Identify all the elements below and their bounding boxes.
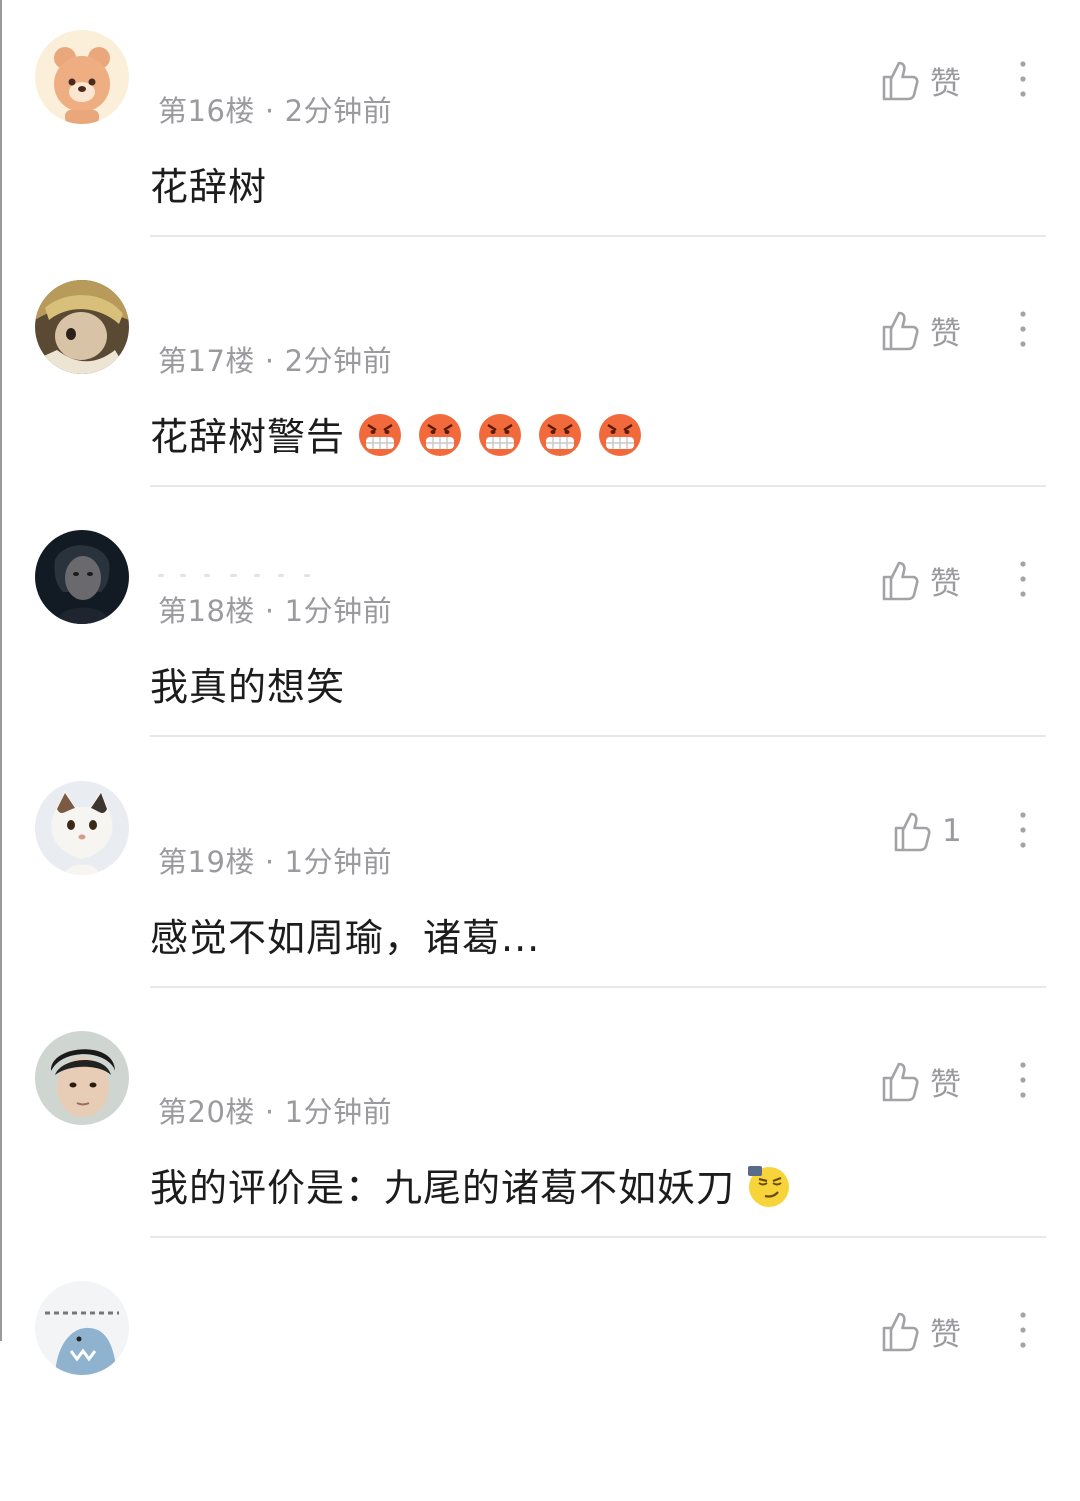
vertical-ellipsis-icon (1006, 1057, 1040, 1103)
comment-meta: 第19楼 · 1分钟前 (158, 839, 392, 881)
comment-body: 花辞树警告 (150, 415, 346, 459)
more-options-button[interactable] (1006, 556, 1040, 602)
more-options-button[interactable] (1006, 56, 1040, 102)
vertical-ellipsis-icon (1006, 807, 1040, 853)
like-button[interactable]: 1 (892, 807, 962, 855)
like-button[interactable]: 赞 (880, 1057, 961, 1105)
like-button[interactable]: 赞 (880, 556, 961, 604)
vertical-ellipsis-icon (1006, 1307, 1040, 1353)
comment-item: 第16楼 · 2分钟前 赞 花辞树 (0, 0, 1080, 250)
comment-body: 花辞树 (150, 165, 268, 209)
thumbs-up-icon (880, 1309, 920, 1353)
angry-face-emoji (477, 411, 523, 457)
divider (150, 1236, 1046, 1238)
vertical-ellipsis-icon (1006, 306, 1040, 352)
more-options-button[interactable] (1006, 1307, 1040, 1353)
comment-time: 1分钟前 (284, 594, 393, 628)
thumbs-up-icon (880, 58, 920, 102)
floor-number: 第20楼 (158, 1095, 255, 1129)
vertical-ellipsis-icon (1006, 556, 1040, 602)
comment-text: 我的评价是：九尾的诸葛不如妖刀 (150, 1157, 791, 1212)
divider (150, 485, 1046, 487)
comment-meta: 第17楼 · 2分钟前 (158, 338, 392, 380)
like-label: 赞 (930, 565, 961, 602)
angry-face-emoji (537, 411, 583, 457)
divider (150, 235, 1046, 237)
avatar[interactable] (35, 30, 129, 124)
separator-dot: · (264, 1095, 275, 1129)
vertical-ellipsis-icon (1006, 56, 1040, 102)
comment-item: 第19楼 · 1分钟前 1 感觉不如周瑜，诸葛... (0, 751, 1080, 1001)
comment-time: 1分钟前 (284, 1095, 393, 1129)
more-options-button[interactable] (1006, 306, 1040, 352)
comment-body: 感觉不如周瑜，诸葛... (150, 916, 541, 960)
like-button[interactable]: 赞 (880, 306, 961, 354)
floor-number: 第17楼 (158, 344, 255, 378)
avatar[interactable] (35, 530, 129, 624)
angry-face-emoji (357, 411, 403, 457)
like-button[interactable]: 赞 (880, 1307, 961, 1355)
comment-text: 感觉不如周瑜，诸葛... (150, 907, 540, 962)
comment-body: 我真的想笑 (150, 665, 346, 709)
comment-item: 第17楼 · 2分钟前 赞 花辞树警告 (0, 250, 1080, 500)
comment-body: 我的评价是：九尾的诸葛不如妖刀 (150, 1166, 736, 1210)
like-label: 赞 (930, 1066, 961, 1103)
separator-dot: · (264, 845, 275, 879)
like-label: 赞 (930, 1316, 961, 1353)
divider (150, 986, 1046, 988)
like-label: 赞 (930, 315, 961, 352)
floor-number: 第19楼 (158, 845, 255, 879)
floor-number: 第18楼 (158, 594, 255, 628)
comment-item: 赞 (0, 1251, 1080, 1501)
floor-number: 第16楼 (158, 94, 255, 128)
comment-time: 1分钟前 (284, 845, 393, 879)
separator-dot: · (264, 94, 275, 128)
comment-time: 2分钟前 (284, 94, 393, 128)
like-label: 赞 (930, 65, 961, 102)
comment-meta: 第20楼 · 1分钟前 (158, 1089, 392, 1131)
comment-text: 花辞树警告 (150, 406, 643, 461)
angry-face-emoji (597, 411, 643, 457)
avatar[interactable] (35, 1031, 129, 1125)
username-blurred (158, 550, 318, 580)
thumbs-up-icon (880, 558, 920, 602)
thumbs-up-icon (880, 1059, 920, 1103)
angry-face-emoji (417, 411, 463, 457)
avatar[interactable] (35, 1281, 129, 1375)
comment-meta: 第16楼 · 2分钟前 (158, 88, 392, 130)
more-options-button[interactable] (1006, 1057, 1040, 1103)
thumbs-up-icon (892, 809, 932, 853)
separator-dot: · (264, 344, 275, 378)
comment-item: 第18楼 · 1分钟前 赞 我真的想笑 (0, 500, 1080, 750)
like-button[interactable]: 赞 (880, 56, 961, 104)
like-count: 1 (942, 813, 962, 849)
divider (150, 735, 1046, 737)
comment-time: 2分钟前 (284, 344, 393, 378)
comment-meta: 第18楼 · 1分钟前 (158, 588, 392, 630)
smug-face-emoji (745, 1162, 791, 1208)
thumbs-up-icon (880, 308, 920, 352)
comment-text: 我真的想笑 (150, 656, 345, 711)
comment-item: 第20楼 · 1分钟前 赞 我的评价是：九尾的诸葛不如妖刀 (0, 1001, 1080, 1251)
more-options-button[interactable] (1006, 807, 1040, 853)
avatar[interactable] (35, 280, 129, 374)
comment-text: 花辞树 (150, 156, 267, 211)
avatar[interactable] (35, 781, 129, 875)
separator-dot: · (264, 594, 275, 628)
